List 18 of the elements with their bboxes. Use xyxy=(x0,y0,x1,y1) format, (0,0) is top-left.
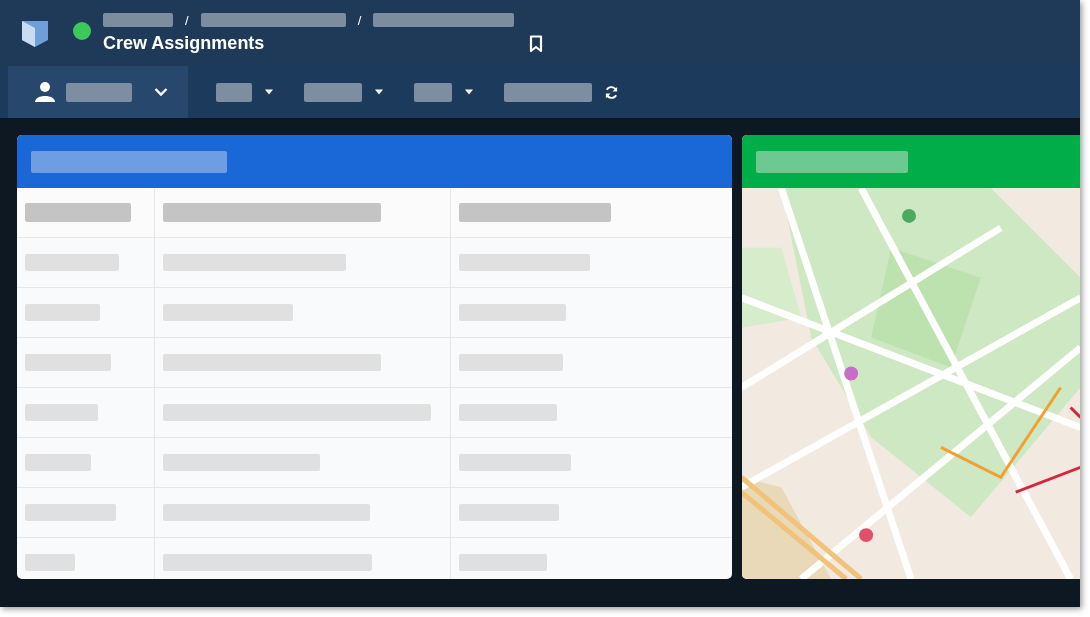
placeholder-bar xyxy=(66,82,132,102)
refresh-icon xyxy=(604,84,619,100)
cell-placeholder xyxy=(25,454,91,471)
user-dropdown[interactable] xyxy=(8,66,188,118)
placeholder-bar xyxy=(414,82,452,102)
placeholder-bar xyxy=(216,82,252,102)
bookmark-icon[interactable] xyxy=(529,34,543,53)
caret-icon xyxy=(374,89,384,95)
page-title: Crew Assignments xyxy=(103,33,266,54)
cell-placeholder xyxy=(25,554,75,571)
breadcrumb-separator: / xyxy=(357,12,362,28)
logo-icon xyxy=(20,18,50,48)
user-icon xyxy=(34,81,56,103)
breadcrumb-separator: / xyxy=(185,12,189,28)
chevron-icon xyxy=(154,87,168,97)
caret-icon xyxy=(464,89,474,95)
placeholder-bar xyxy=(304,82,362,102)
caret-icon xyxy=(264,89,274,95)
